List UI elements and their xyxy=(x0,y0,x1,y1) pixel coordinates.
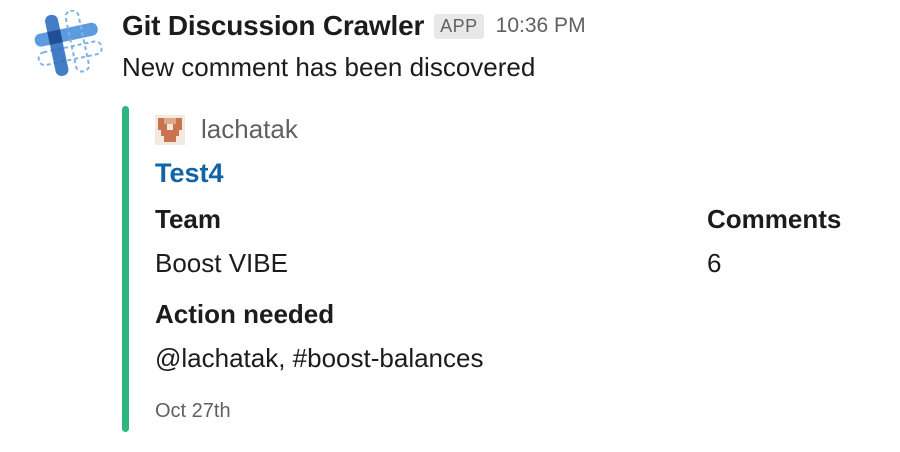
field-label-action: Action needed xyxy=(155,299,335,329)
message-timestamp[interactable]: 10:36 PM xyxy=(496,14,586,38)
app-badge: APP xyxy=(434,13,484,39)
attachment-color-bar xyxy=(122,106,129,432)
author-name[interactable]: lachatak xyxy=(201,114,298,145)
field-value-comments: 6 xyxy=(707,248,722,278)
attachment-author: lachatak xyxy=(155,114,298,145)
message-text: New comment has been discovered xyxy=(122,52,536,82)
message-header: Git Discussion Crawler APP 10:36 PM xyxy=(122,6,586,46)
field-label-team: Team xyxy=(155,204,221,234)
bot-avatar[interactable] xyxy=(30,9,106,76)
attachment-footer-date: Oct 27th xyxy=(155,400,231,422)
bot-name[interactable]: Git Discussion Crawler xyxy=(122,10,424,42)
field-value-action: @lachatak, #boost-balances xyxy=(155,343,484,373)
pixel-identicon-icon xyxy=(155,114,185,145)
hashtag-logo-icon xyxy=(34,9,103,76)
attachment-title-link[interactable]: Test4 xyxy=(155,158,224,189)
field-value-team: Boost VIBE xyxy=(155,248,288,278)
field-label-comments: Comments xyxy=(707,204,842,234)
